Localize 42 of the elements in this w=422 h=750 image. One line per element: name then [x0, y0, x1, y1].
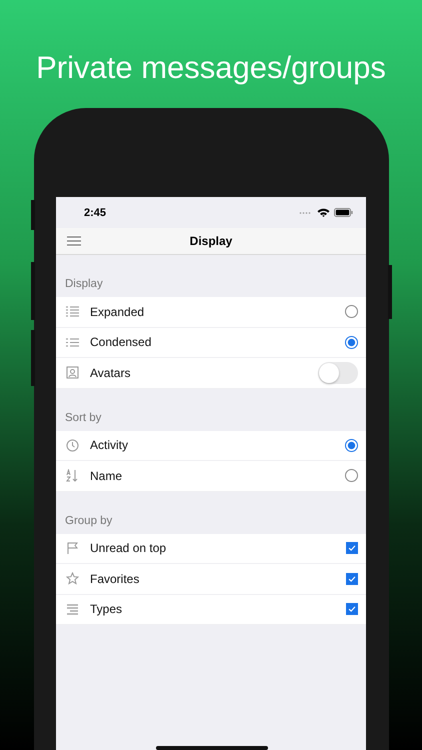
section-header: Display — [65, 278, 103, 290]
radio-button[interactable] — [345, 336, 358, 349]
settings-row[interactable]: Condensed — [56, 328, 366, 358]
nav-title: Display — [190, 234, 232, 248]
star-icon — [66, 572, 79, 586]
row-label: Condensed — [90, 335, 152, 350]
settings-row[interactable]: Name — [56, 461, 366, 492]
sort-icon — [66, 469, 79, 482]
row-label: Name — [90, 468, 124, 483]
settings-row[interactable]: Unread on top — [56, 534, 366, 564]
row-label: Types — [90, 602, 124, 616]
signal-icon — [299, 210, 311, 214]
clock-icon — [66, 438, 79, 452]
radio-button[interactable] — [345, 469, 358, 482]
row-label: Avatars — [90, 366, 132, 380]
portrait-icon — [66, 366, 79, 380]
flag-icon — [66, 542, 79, 555]
settings-row[interactable]: Favorites — [56, 564, 366, 594]
row-label: Unread on top — [90, 541, 168, 556]
menu-icon[interactable] — [67, 236, 81, 246]
lines-icon — [66, 602, 79, 616]
wifi-icon — [317, 208, 330, 217]
headline: Private messages/groups — [36, 49, 386, 87]
radio-button[interactable] — [345, 305, 358, 318]
settings-row[interactable]: Avatars — [56, 358, 366, 388]
row-label: Favorites — [90, 572, 140, 586]
battery-icon — [334, 208, 353, 217]
settings-row[interactable]: Activity — [56, 430, 366, 461]
checkbox[interactable] — [346, 572, 358, 585]
status-time: 2:45 — [84, 206, 108, 218]
settings-row[interactable]: Types — [56, 594, 366, 625]
row-label: Expanded — [90, 304, 146, 319]
toggle-switch[interactable] — [318, 362, 358, 384]
checkbox[interactable] — [346, 603, 358, 616]
radio-button[interactable] — [345, 438, 358, 452]
section-header: Group by — [65, 514, 112, 526]
expanded-list-icon — [66, 305, 79, 318]
list-icon — [66, 336, 79, 349]
section-header: Sort by — [65, 412, 102, 424]
row-label: Activity — [90, 438, 130, 452]
checkbox[interactable] — [346, 542, 358, 554]
settings-row[interactable]: Expanded — [56, 297, 366, 328]
